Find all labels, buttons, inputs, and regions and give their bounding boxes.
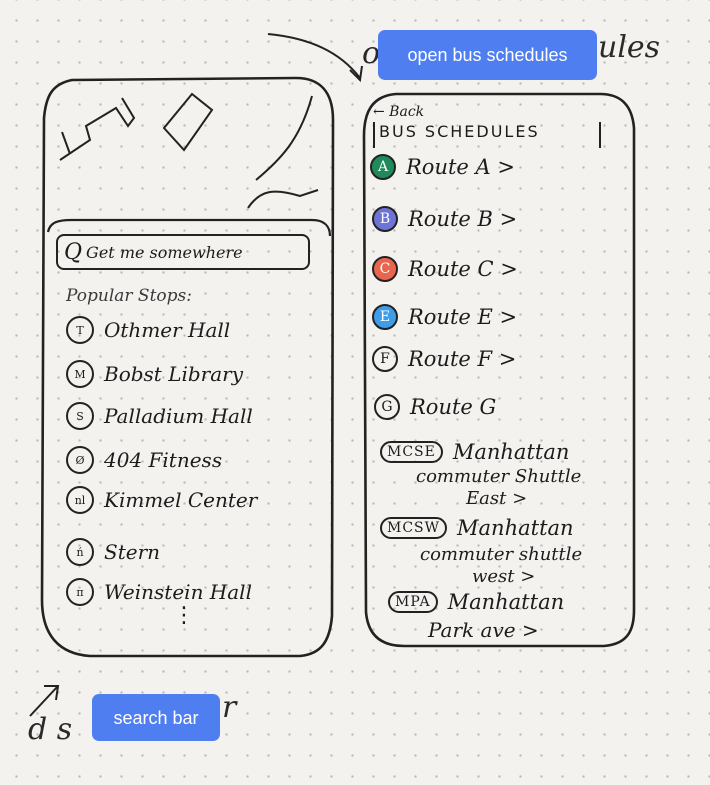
shuttle-mpa-item[interactable]: MPA Manhattan [388, 590, 564, 614]
stop-name: 404 Fitness [104, 448, 223, 472]
sketch-lines [29, 33, 636, 717]
shuttle-badge: MPA [388, 591, 438, 613]
route-label: Route G [410, 395, 497, 419]
shuttle-line: Manhattan [447, 590, 565, 614]
shuttle-line: Park ave > [428, 618, 539, 642]
back-button[interactable]: ← Back [373, 104, 424, 120]
stop-item[interactable]: π Weinstein Hall [66, 578, 252, 606]
shuttle-line: Manhattan [457, 516, 574, 540]
fitness-icon: Ø [66, 446, 94, 474]
route-label: Route A > [406, 155, 515, 179]
route-f-item[interactable]: F Route F > [372, 346, 516, 372]
stop-name: Weinstein Hall [104, 580, 252, 604]
route-f-badge: F [372, 346, 398, 372]
dorm-icon: S [66, 402, 94, 430]
stop-item[interactable]: M Bobst Library [66, 360, 243, 388]
shuttle-badge: MCSE [380, 441, 443, 463]
stop-name: Bobst Library [104, 362, 244, 386]
route-e-badge: E [372, 304, 398, 330]
open-bus-schedules-callout: open bus schedules [378, 30, 597, 80]
search-placeholder: Get me somewhere [86, 242, 243, 262]
stop-name: Kimmel Center [104, 488, 258, 512]
route-label: Route E > [408, 305, 518, 329]
stop-item[interactable]: nl Kimmel Center [66, 486, 257, 514]
route-g-item[interactable]: G Route G [374, 394, 496, 420]
route-e-item[interactable]: E Route E > [372, 304, 517, 330]
annotation-fragment: r [222, 690, 237, 725]
shuttle-line: Manhattan [452, 440, 570, 464]
route-b-badge: B [372, 206, 398, 232]
building-icon: nl [66, 486, 94, 514]
shuttle-mcsw-item[interactable]: MCSW Manhattan [380, 516, 574, 540]
shuttle-line: commuter Shuttle [416, 466, 582, 487]
stop-item[interactable]: T Othmer Hall [66, 316, 230, 344]
route-a-badge: A [370, 154, 396, 180]
shuttle-line: west > [472, 566, 536, 587]
search-input[interactable]: Q Get me somewhere [56, 234, 310, 270]
search-bar-callout: search bar [92, 694, 220, 741]
route-label: Route C > [408, 257, 518, 281]
stop-name: Stern [104, 540, 161, 564]
route-a-item[interactable]: A Route A > [370, 154, 515, 180]
building-icon: ń [66, 538, 94, 566]
route-label: Route F > [408, 347, 517, 371]
page-title: BUS SCHEDULES [373, 122, 601, 148]
library-icon: M [66, 360, 94, 388]
route-c-item[interactable]: C Route C > [372, 256, 518, 282]
annotation-fragment: ules [598, 30, 661, 65]
route-g-badge: G [374, 394, 400, 420]
shuttle-line: East > [466, 488, 528, 509]
shuttle-badge: MCSW [380, 517, 448, 539]
more-icon[interactable]: ⋮ [173, 605, 195, 627]
route-c-badge: C [372, 256, 398, 282]
annotation-fragment: d s [28, 712, 73, 747]
building-icon: π [66, 578, 94, 606]
popular-stops-label: Popular Stops: [66, 286, 192, 306]
stop-item[interactable]: ń Stern [66, 538, 160, 566]
shuttle-line: commuter shuttle [420, 544, 583, 565]
shuttle-mcse-item[interactable]: MCSE Manhattan [380, 440, 569, 464]
stop-item[interactable]: Ø 404 Fitness [66, 446, 222, 474]
search-icon: Q [64, 239, 83, 265]
route-b-item[interactable]: B Route B > [372, 206, 517, 232]
stop-name: Othmer Hall [104, 318, 231, 342]
building-icon: T [66, 316, 94, 344]
stop-name: Palladium Hall [104, 404, 253, 428]
route-label: Route B > [408, 207, 518, 231]
stop-item[interactable]: S Palladium Hall [66, 402, 253, 430]
